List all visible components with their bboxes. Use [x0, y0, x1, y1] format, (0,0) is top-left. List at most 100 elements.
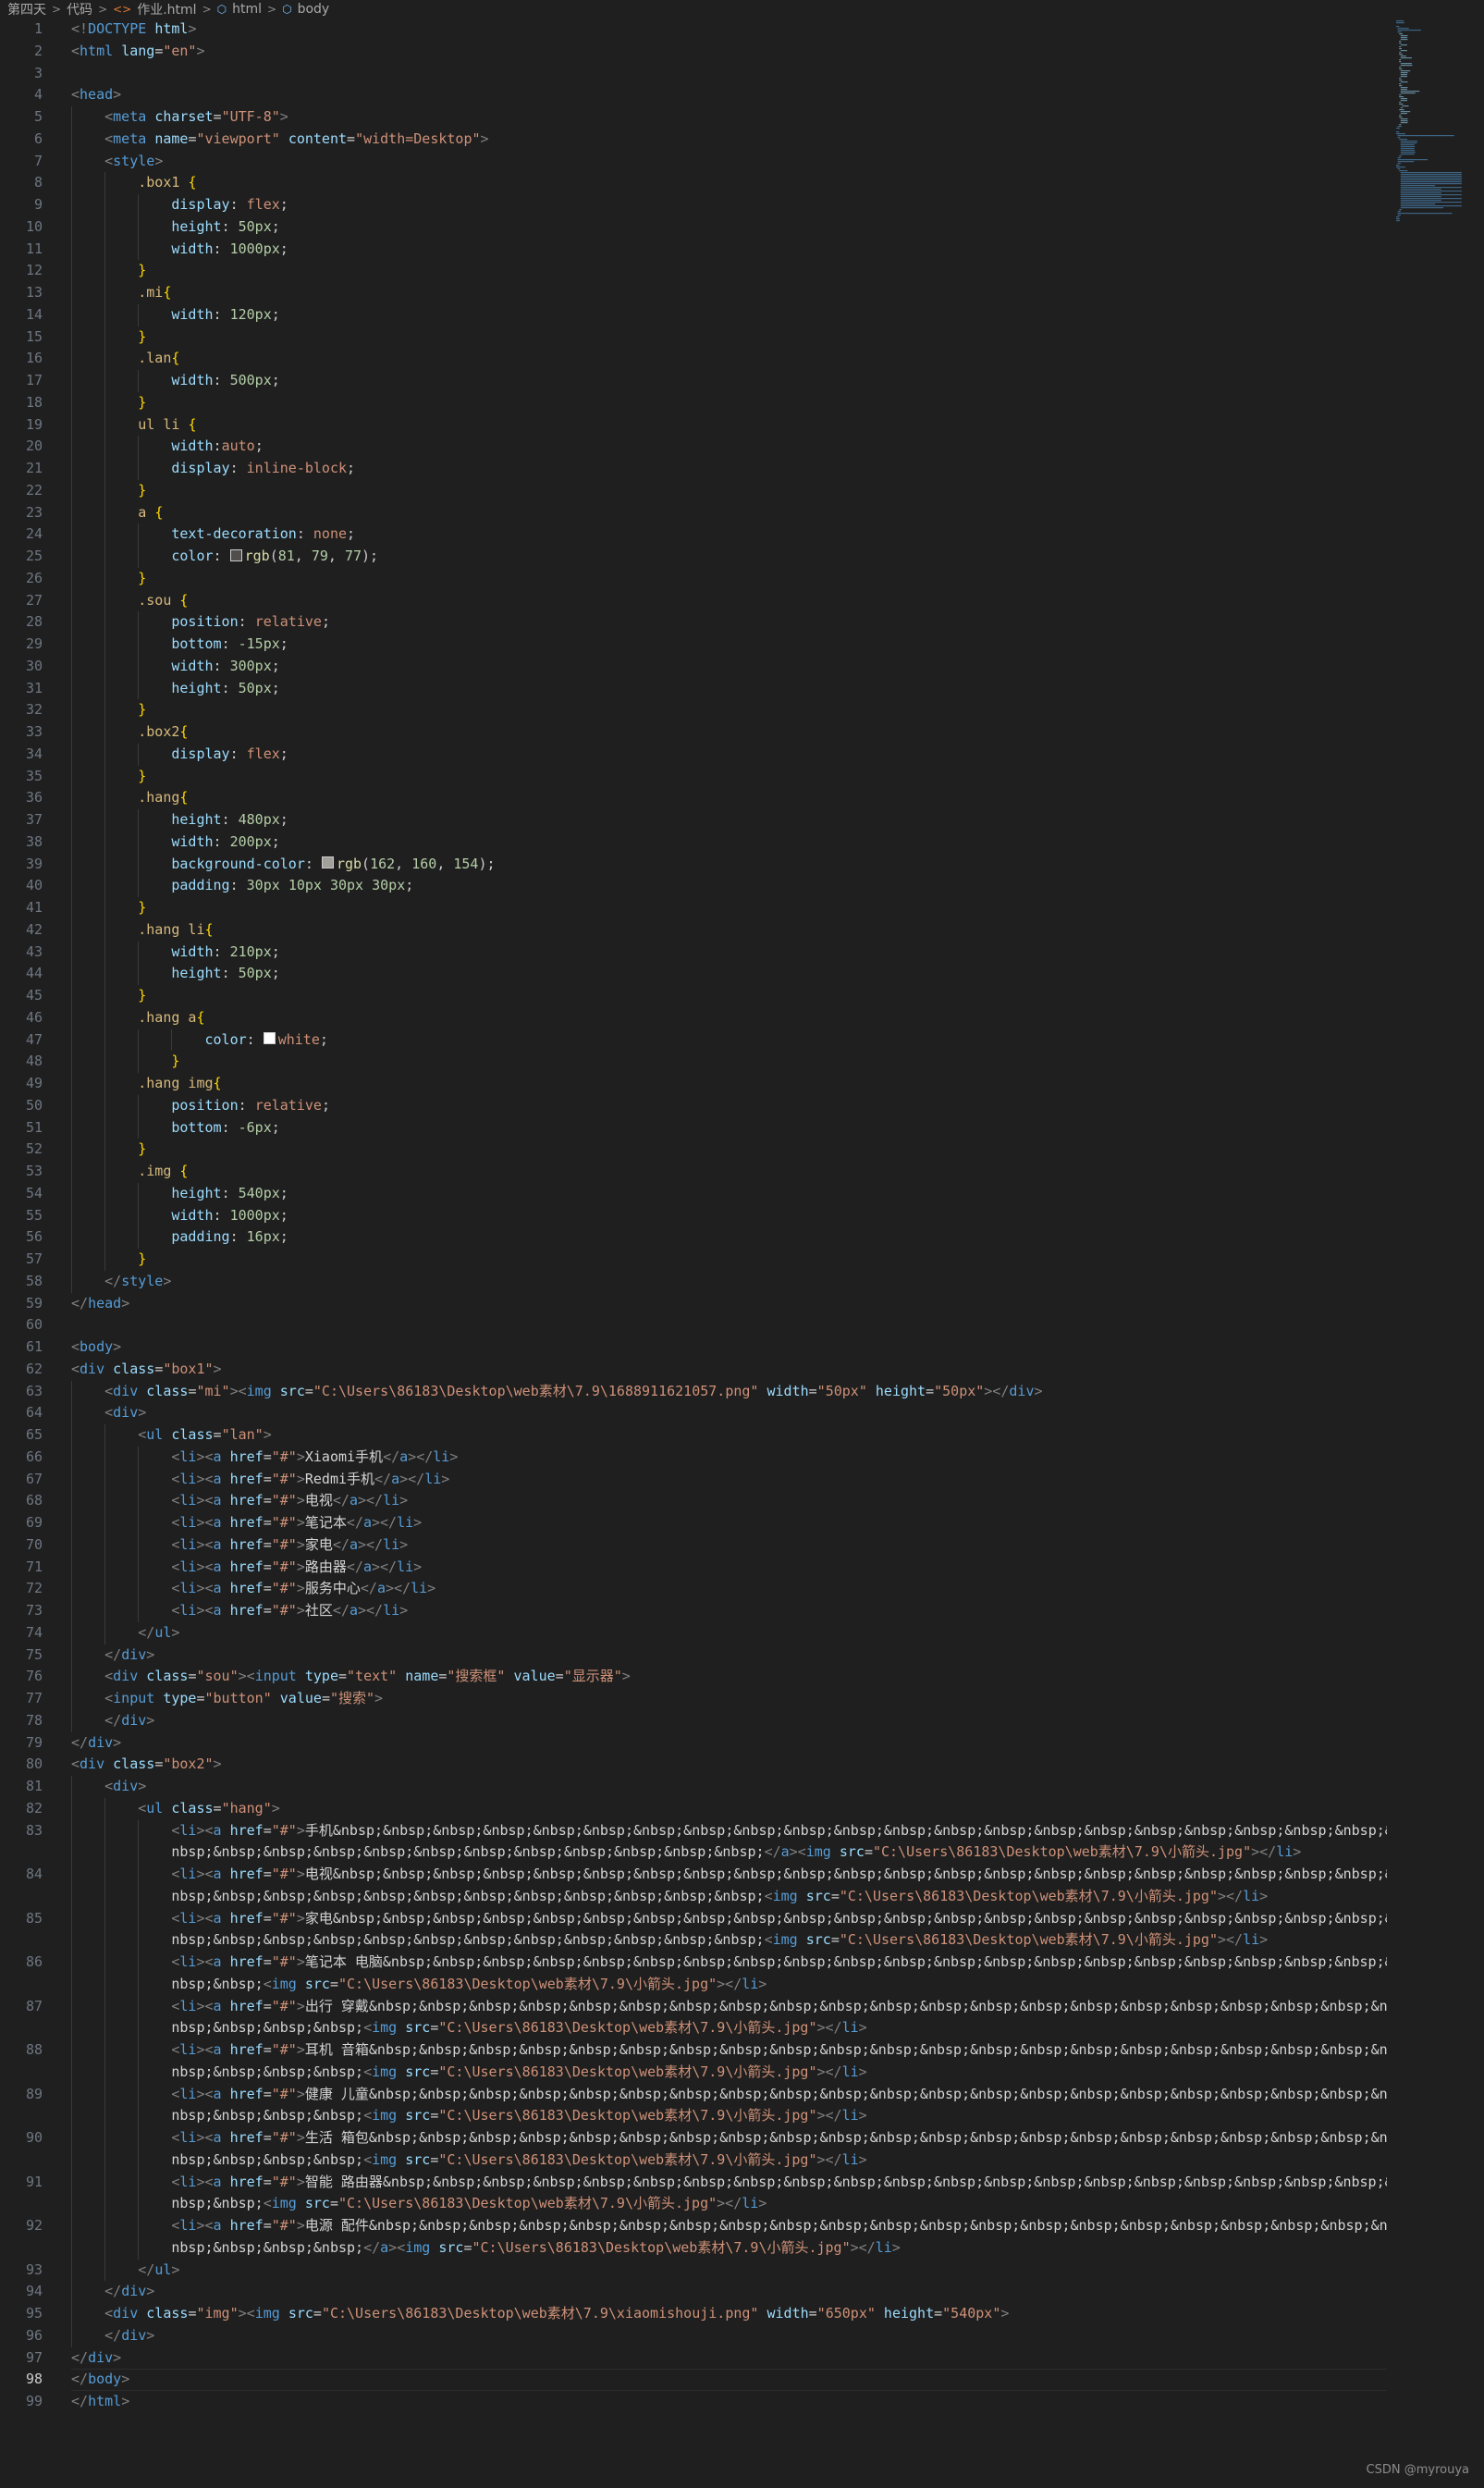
- code-line[interactable]: 32 }: [0, 699, 1387, 721]
- code-line[interactable]: 4 <head>: [0, 84, 1387, 106]
- code-line[interactable]: 2 <html lang="en">: [0, 41, 1387, 63]
- code-line[interactable]: 9 display: flex;: [0, 194, 1387, 216]
- code-line[interactable]: 35 }: [0, 765, 1387, 788]
- code-line[interactable]: 80 <div class="box2">: [0, 1754, 1387, 1776]
- code-line[interactable]: 66 <li><a href="#">Xiaomi手机</a></li>: [0, 1446, 1387, 1469]
- code-line[interactable]: 95 <div class="img"><img src="C:\Users\8…: [0, 2303, 1387, 2325]
- code-line[interactable]: 73 <li><a href="#">社区</a></li>: [0, 1600, 1387, 1622]
- code-line[interactable]: 62 <div class="box1">: [0, 1359, 1387, 1381]
- code-line[interactable]: 70 <li><a href="#">家电</a></li>: [0, 1533, 1387, 1557]
- code-line[interactable]: 43 width: 210px;: [0, 941, 1387, 964]
- code-line[interactable]: 33 .box2{: [0, 721, 1387, 744]
- code-line[interactable]: 98 </body>: [0, 2369, 1387, 2391]
- code-line[interactable]: 31 height: 50px;: [0, 677, 1387, 700]
- code-line[interactable]: 55 width: 1000px;: [0, 1204, 1387, 1227]
- code-line[interactable]: 51 bottom: -6px;: [0, 1116, 1387, 1139]
- code-line[interactable]: 39 background-color: rgb(162, 160, 154);: [0, 853, 1387, 876]
- code-line[interactable]: nbsp;&nbsp;&nbsp;&nbsp;<img src="C:\User…: [0, 2149, 1387, 2172]
- code-line[interactable]: 72 <li><a href="#">服务中心</a></li>: [0, 1578, 1387, 1600]
- code-line[interactable]: 11 width: 1000px;: [0, 238, 1387, 261]
- code-line[interactable]: nbsp;&nbsp;&nbsp;&nbsp;&nbsp;&nbsp;&nbsp…: [0, 1885, 1387, 1908]
- code-line[interactable]: 27 .sou {: [0, 589, 1387, 612]
- code-line[interactable]: 96 </div>: [0, 2324, 1387, 2347]
- code-line[interactable]: 26 }: [0, 567, 1387, 590]
- code-line[interactable]: 83 <li><a href="#">手机&nbsp;&nbsp;&nbsp;&…: [0, 1819, 1387, 1842]
- code-line[interactable]: 57 }: [0, 1249, 1387, 1271]
- code-line[interactable]: 5 <meta charset="UTF-8">: [0, 106, 1387, 129]
- code-line[interactable]: nbsp;&nbsp;&nbsp;&nbsp;<img src="C:\User…: [0, 2061, 1387, 2084]
- code-line[interactable]: 97 </div>: [0, 2347, 1387, 2370]
- code-line[interactable]: nbsp;&nbsp;&nbsp;&nbsp;</a><img src="C:\…: [0, 2236, 1387, 2260]
- code-line[interactable]: 28 position: relative;: [0, 611, 1387, 634]
- code-line[interactable]: 88 <li><a href="#">耳机 音箱&nbsp;&nbsp;&nbs…: [0, 2039, 1387, 2062]
- code-line[interactable]: 42 .hang li{: [0, 918, 1387, 942]
- code-line[interactable]: 40 padding: 30px 10px 30px 30px;: [0, 875, 1387, 897]
- code-line[interactable]: 52 }: [0, 1139, 1387, 1161]
- code-line[interactable]: 23 a {: [0, 501, 1387, 524]
- code-line[interactable]: 64 <div>: [0, 1402, 1387, 1424]
- code-line[interactable]: 79 </div>: [0, 1732, 1387, 1755]
- code-line[interactable]: 93 </ul>: [0, 2259, 1387, 2282]
- code-line[interactable]: 38 width: 200px;: [0, 831, 1387, 854]
- code-line[interactable]: 94 </div>: [0, 2281, 1387, 2303]
- code-line[interactable]: 63 <div class="mi"><img src="C:\Users\86…: [0, 1380, 1387, 1403]
- code-line[interactable]: 12 }: [0, 260, 1387, 282]
- code-line[interactable]: 49 .hang img{: [0, 1073, 1387, 1095]
- code-line[interactable]: 74 </ul>: [0, 1621, 1387, 1644]
- color-swatch[interactable]: [321, 856, 334, 868]
- code-line[interactable]: 68 <li><a href="#">电视</a></li>: [0, 1490, 1387, 1512]
- code-line[interactable]: 87 <li><a href="#">出行 穿戴&nbsp;&nbsp;&nbs…: [0, 1995, 1387, 2018]
- code-line[interactable]: 75 </div>: [0, 1644, 1387, 1667]
- breadcrumb-symbol-body[interactable]: body: [298, 2, 330, 17]
- code-line[interactable]: 37 height: 480px;: [0, 809, 1387, 831]
- code-line[interactable]: 85 <li><a href="#">家电&nbsp;&nbsp;&nbsp;&…: [0, 1907, 1387, 1930]
- code-line[interactable]: 45 }: [0, 985, 1387, 1007]
- code-line[interactable]: nbsp;&nbsp;&nbsp;&nbsp;&nbsp;&nbsp;&nbsp…: [0, 1929, 1387, 1952]
- breadcrumb-file[interactable]: 作业.html: [137, 0, 196, 18]
- code-line[interactable]: 53 .img {: [0, 1161, 1387, 1183]
- code-line[interactable]: 99 </html>: [0, 2391, 1387, 2413]
- code-line[interactable]: 16 .lan{: [0, 348, 1387, 370]
- code-line[interactable]: 21 display: inline-block;: [0, 458, 1387, 480]
- code-line[interactable]: 13 .mi{: [0, 282, 1387, 304]
- code-line[interactable]: 50 position: relative;: [0, 1094, 1387, 1117]
- code-line[interactable]: 84 <li><a href="#">电视&nbsp;&nbsp;&nbsp;&…: [0, 1864, 1387, 1886]
- code-line[interactable]: 15 }: [0, 326, 1387, 349]
- code-line[interactable]: 47 color: white;: [0, 1028, 1387, 1052]
- code-line[interactable]: 61 <body>: [0, 1336, 1387, 1359]
- code-line[interactable]: 60: [0, 1314, 1387, 1336]
- code-line[interactable]: 59 </head>: [0, 1293, 1387, 1315]
- code-line[interactable]: 89 <li><a href="#">健康 儿童&nbsp;&nbsp;&nbs…: [0, 2083, 1387, 2106]
- breadcrumb-symbol-html[interactable]: html: [232, 2, 262, 17]
- code-line[interactable]: 46 .hang a{: [0, 1006, 1387, 1029]
- minimap[interactable]: [1394, 18, 1470, 222]
- code-line[interactable]: 1 <!DOCTYPE html>: [0, 18, 1387, 41]
- code-line[interactable]: 30 width: 300px;: [0, 655, 1387, 678]
- code-line[interactable]: 19 ul li {: [0, 413, 1387, 437]
- code-line[interactable]: 58 </style>: [0, 1270, 1387, 1293]
- code-line[interactable]: nbsp;&nbsp;&nbsp;&nbsp;&nbsp;&nbsp;&nbsp…: [0, 1841, 1387, 1864]
- code-line[interactable]: 69 <li><a href="#">笔记本</a></li>: [0, 1512, 1387, 1534]
- code-line[interactable]: 67 <li><a href="#">Redmi手机</a></li>: [0, 1468, 1387, 1491]
- code-line[interactable]: 41 }: [0, 897, 1387, 919]
- code-line[interactable]: 65 <ul class="lan">: [0, 1424, 1387, 1447]
- code-line[interactable]: 34 display: flex;: [0, 743, 1387, 766]
- code-line[interactable]: 22 }: [0, 479, 1387, 502]
- code-line[interactable]: 25 color: rgb(81, 79, 77);: [0, 546, 1387, 568]
- code-line[interactable]: 56 padding: 16px;: [0, 1226, 1387, 1249]
- code-line[interactable]: 71 <li><a href="#">路由器</a></li>: [0, 1556, 1387, 1579]
- code-line[interactable]: 81 <div>: [0, 1776, 1387, 1798]
- code-line[interactable]: 8 .box1 {: [0, 172, 1387, 194]
- code-line[interactable]: 14 width: 120px;: [0, 303, 1387, 326]
- code-line[interactable]: 18 }: [0, 391, 1387, 414]
- code-line[interactable]: 77 <input type="button" value="搜索">: [0, 1688, 1387, 1710]
- code-line[interactable]: nbsp;&nbsp;&nbsp;&nbsp;<img src="C:\User…: [0, 2105, 1387, 2127]
- code-line[interactable]: 86 <li><a href="#">笔记本 电脑&nbsp;&nbsp;&nb…: [0, 1952, 1387, 1974]
- code-line[interactable]: 20 width:auto;: [0, 436, 1387, 458]
- code-line[interactable]: 54 height: 540px;: [0, 1182, 1387, 1205]
- breadcrumb-folder-code[interactable]: 代码: [67, 0, 92, 18]
- code-line[interactable]: 78 </div>: [0, 1709, 1387, 1732]
- code-line[interactable]: 91 <li><a href="#">智能 路由器&nbsp;&nbsp;&nb…: [0, 2171, 1387, 2194]
- code-line[interactable]: 7 <style>: [0, 150, 1387, 173]
- code-line[interactable]: 90 <li><a href="#">生活 箱包&nbsp;&nbsp;&nbs…: [0, 2127, 1387, 2149]
